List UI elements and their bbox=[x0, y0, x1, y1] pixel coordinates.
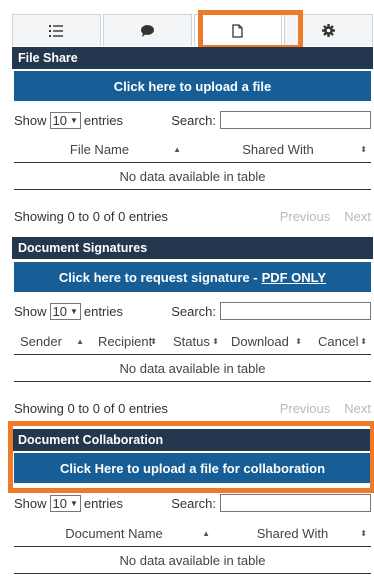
search-input[interactable] bbox=[220, 494, 371, 512]
next-button[interactable]: Next bbox=[344, 209, 371, 224]
tab-list[interactable] bbox=[12, 14, 101, 46]
column-document-name[interactable]: Document Name ▲ bbox=[14, 520, 214, 546]
sort-icon: ⬍ bbox=[150, 336, 157, 346]
search-label: Search: bbox=[171, 303, 216, 319]
chevron-down-icon: ▼ bbox=[70, 115, 78, 125]
entries-value: 10 bbox=[52, 112, 67, 128]
column-status[interactable]: Status ⬍ bbox=[161, 328, 223, 354]
tab-bar bbox=[12, 14, 373, 46]
collaboration-table-header: Document Name ▲ Shared With ⬍ bbox=[14, 520, 371, 547]
sort-up-icon: ▲ bbox=[76, 336, 84, 346]
column-sender[interactable]: Sender ▲ bbox=[14, 328, 88, 354]
entries-select[interactable]: 10 ▼ bbox=[49, 494, 81, 512]
signatures-info-bar: Showing 0 to 0 of 0 entries Previous Nex… bbox=[14, 397, 371, 419]
sort-up-icon: ▲ bbox=[173, 144, 181, 154]
show-label: Show bbox=[14, 303, 47, 319]
file-share-header: File Share bbox=[12, 47, 373, 69]
empty-row: No data available in table bbox=[14, 164, 371, 190]
previous-button[interactable]: Previous bbox=[280, 401, 331, 416]
pagination: Previous Next bbox=[266, 209, 371, 224]
signatures-table-header: Sender ▲ Recipient ⬍ Status ⬍ Download ⬍… bbox=[14, 328, 371, 355]
empty-row: No data available in table bbox=[14, 548, 371, 574]
column-file-name[interactable]: File Name ▲ bbox=[14, 136, 185, 162]
chevron-down-icon: ▼ bbox=[70, 306, 78, 316]
empty-row: No data available in table bbox=[14, 356, 371, 382]
search-input[interactable] bbox=[220, 111, 371, 129]
entries-select[interactable]: 10 ▼ bbox=[49, 302, 81, 320]
file-share-info-bar: Showing 0 to 0 of 0 entries Previous Nex… bbox=[14, 205, 371, 227]
request-label: Click here to request signature - bbox=[58, 269, 258, 285]
entries-label: entries bbox=[83, 112, 123, 128]
sort-icon: ⬍ bbox=[360, 528, 367, 538]
signatures-controls: Show 10 ▼ entries Search: bbox=[14, 300, 371, 322]
column-shared-with[interactable]: Shared With ⬍ bbox=[185, 136, 371, 162]
list-icon bbox=[49, 24, 64, 37]
chevron-down-icon: ▼ bbox=[70, 498, 78, 508]
file-icon bbox=[232, 23, 244, 38]
entries-label: entries bbox=[83, 495, 123, 511]
previous-button[interactable]: Previous bbox=[280, 209, 331, 224]
search-label: Search: bbox=[171, 495, 216, 511]
sort-icon: ⬍ bbox=[212, 336, 219, 346]
column-cancel[interactable]: Cancel ⬍ bbox=[306, 328, 371, 354]
sort-up-icon: ▲ bbox=[202, 528, 210, 538]
tab-comments[interactable] bbox=[102, 14, 192, 46]
search-label: Search: bbox=[171, 112, 216, 128]
sort-icon: ⬍ bbox=[360, 144, 367, 154]
sort-icon: ⬍ bbox=[360, 336, 367, 346]
tab-files[interactable] bbox=[193, 14, 283, 46]
entries-info: Showing 0 to 0 of 0 entries bbox=[14, 208, 168, 224]
upload-file-button[interactable]: Click here to upload a file bbox=[14, 71, 371, 101]
show-label: Show bbox=[14, 495, 47, 511]
signatures-header: Document Signatures bbox=[12, 237, 373, 259]
collaboration-controls: Show 10 ▼ entries Search: bbox=[14, 492, 371, 514]
next-button[interactable]: Next bbox=[344, 401, 371, 416]
search-input[interactable] bbox=[220, 302, 371, 320]
entries-value: 10 bbox=[52, 303, 67, 319]
column-recipient[interactable]: Recipient ⬍ bbox=[88, 328, 161, 354]
gear-icon bbox=[322, 24, 336, 37]
entries-label: entries bbox=[83, 303, 123, 319]
file-share-table-header: File Name ▲ Shared With ⬍ bbox=[14, 136, 371, 163]
column-download[interactable]: Download ⬍ bbox=[223, 328, 306, 354]
sort-icon: ⬍ bbox=[295, 336, 302, 346]
show-label: Show bbox=[14, 112, 47, 128]
file-share-controls: Show 10 ▼ entries Search: bbox=[14, 109, 371, 131]
pagination: Previous Next bbox=[266, 401, 371, 416]
comment-icon bbox=[140, 24, 154, 37]
upload-collaboration-button[interactable]: Click Here to upload a file for collabor… bbox=[14, 453, 371, 483]
entries-select[interactable]: 10 ▼ bbox=[49, 111, 81, 129]
collaboration-header: Document Collaboration bbox=[12, 429, 373, 451]
entries-value: 10 bbox=[52, 495, 67, 511]
tab-settings[interactable] bbox=[284, 14, 373, 46]
request-signature-button[interactable]: Click here to request signature - PDF ON… bbox=[14, 262, 371, 292]
column-shared-with[interactable]: Shared With ⬍ bbox=[214, 520, 371, 546]
entries-info: Showing 0 to 0 of 0 entries bbox=[14, 400, 168, 416]
pdf-only-label: PDF ONLY bbox=[261, 269, 327, 285]
